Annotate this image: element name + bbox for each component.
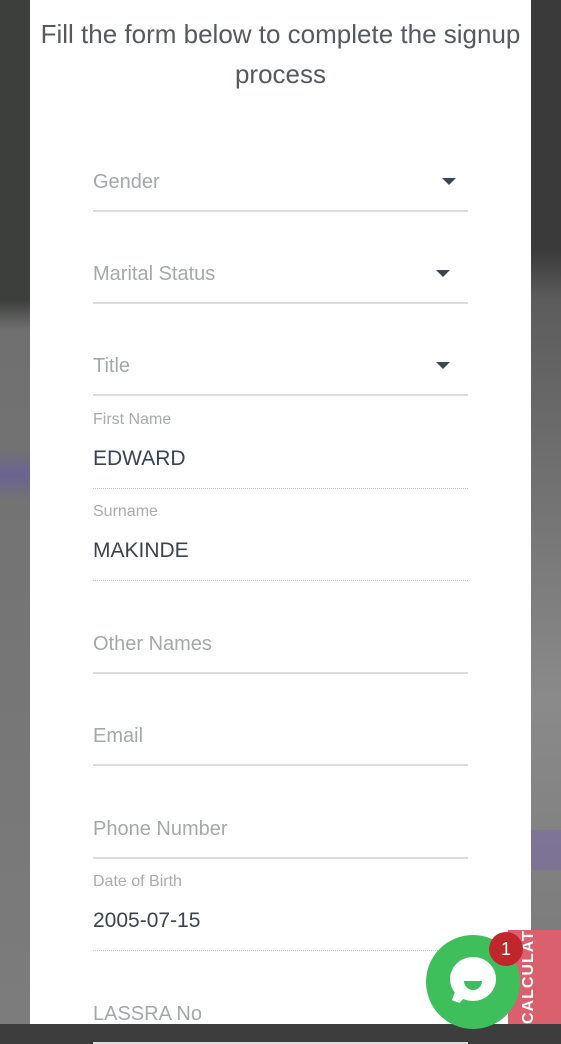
caret-down-icon — [436, 270, 450, 277]
first-name-field[interactable]: First Name EDWARD — [93, 410, 468, 489]
signup-form-card: Fill the form below to complete the sign… — [30, 0, 531, 1044]
marital-status-placeholder: Marital Status — [93, 263, 216, 285]
title-placeholder: Title — [93, 355, 131, 377]
background-decoration — [0, 450, 30, 500]
surname-label: Surname — [93, 503, 158, 520]
first-name-value[interactable]: EDWARD — [93, 446, 186, 472]
date-of-birth-field[interactable]: Date of Birth 2005-07-15 — [93, 872, 468, 951]
title-select[interactable]: Title — [93, 354, 468, 396]
email-placeholder: Email — [93, 725, 144, 747]
form-heading: Fill the form below to complete the sign… — [40, 19, 521, 89]
surname-value[interactable]: MAKINDE — [93, 538, 189, 564]
lassra-placeholder: LASSRA No — [93, 1003, 202, 1025]
phone-number-input[interactable]: Phone Number — [93, 817, 468, 859]
marital-status-select[interactable]: Marital Status — [93, 262, 468, 304]
phone-number-placeholder: Phone Number — [93, 818, 228, 840]
other-names-input[interactable]: Other Names — [93, 632, 468, 674]
caret-down-icon — [442, 178, 456, 185]
gender-select[interactable]: Gender — [93, 170, 468, 212]
date-of-birth-value[interactable]: 2005-07-15 — [93, 908, 200, 934]
background-left — [0, 0, 30, 1024]
date-of-birth-label: Date of Birth — [93, 873, 182, 890]
background-decoration — [531, 830, 561, 870]
email-input[interactable]: Email — [93, 724, 468, 766]
calculator-tab-label: CALCULATOR — [520, 930, 537, 1024]
other-names-placeholder: Other Names — [93, 633, 212, 655]
surname-field[interactable]: Surname MAKINDE — [93, 502, 468, 581]
lassra-input[interactable]: LASSRA No — [93, 1002, 468, 1044]
background-right — [531, 0, 561, 1024]
notification-badge: 1 — [489, 932, 523, 966]
gender-placeholder: Gender — [93, 171, 160, 193]
first-name-label: First Name — [93, 411, 172, 428]
caret-down-icon — [436, 362, 450, 369]
